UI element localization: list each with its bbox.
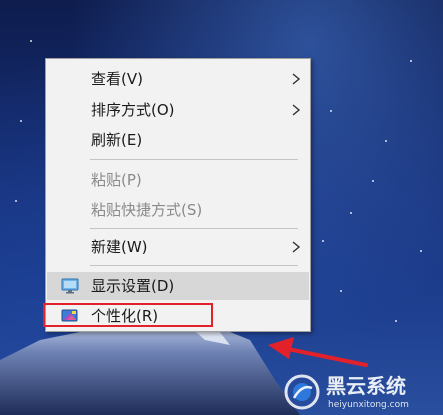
- menu-item-refresh[interactable]: 刷新(E): [47, 126, 309, 154]
- menu-item-paste-shortcut: 粘贴快捷方式(S): [47, 196, 309, 224]
- display-settings-icon: [61, 278, 79, 294]
- watermark-url: heiyunxitong.com: [328, 400, 409, 410]
- annotation-arrow-icon: [268, 337, 368, 367]
- menu-separator: [90, 265, 298, 266]
- menu-item-view-label: 查看(V): [91, 70, 143, 88]
- desktop-context-menu: 查看(V) 排序方式(O) 刷新(E) 粘贴(P) 粘贴快捷方式(S) 新建(W…: [45, 58, 311, 332]
- menu-item-sort-by[interactable]: 排序方式(O): [47, 96, 309, 124]
- menu-separator: [90, 159, 298, 160]
- menu-item-display-settings[interactable]: 显示设置(D): [47, 272, 309, 300]
- menu-item-display-settings-label: 显示设置(D): [91, 277, 175, 295]
- menu-item-sort-by-label: 排序方式(O): [91, 101, 175, 119]
- watermark-title: 黑云系统: [326, 374, 406, 398]
- menu-item-refresh-label: 刷新(E): [91, 131, 143, 149]
- menu-item-paste: 粘贴(P): [47, 166, 309, 194]
- chevron-right-icon: [292, 241, 301, 253]
- menu-item-paste-label: 粘贴(P): [91, 171, 142, 189]
- menu-item-new[interactable]: 新建(W): [47, 233, 309, 261]
- cloud-logo-icon: [284, 374, 320, 410]
- chevron-right-icon: [292, 73, 301, 85]
- desktop-background[interactable]: 查看(V) 排序方式(O) 刷新(E) 粘贴(P) 粘贴快捷方式(S) 新建(W…: [0, 0, 443, 415]
- menu-item-view[interactable]: 查看(V): [47, 65, 309, 93]
- menu-separator: [90, 228, 298, 229]
- menu-item-new-label: 新建(W): [91, 238, 148, 256]
- annotation-highlight-box: [43, 303, 213, 327]
- chevron-right-icon: [292, 104, 301, 116]
- menu-item-paste-shortcut-label: 粘贴快捷方式(S): [91, 201, 203, 219]
- site-watermark: 黑云系统 heiyunxitong.com: [282, 372, 443, 415]
